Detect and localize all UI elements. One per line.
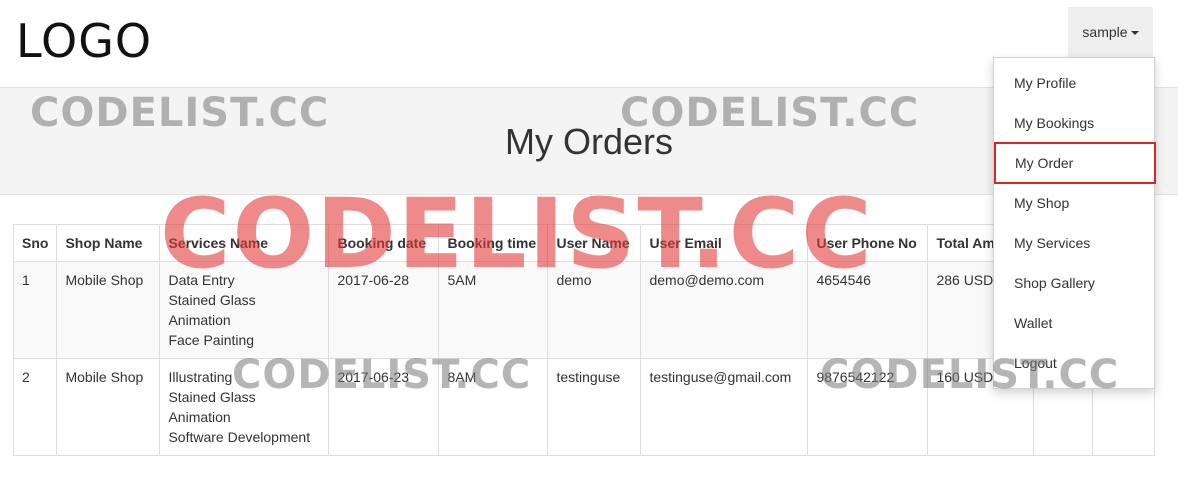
cell-shop-name: Mobile Shop <box>56 358 161 456</box>
column-header-shop-name: Shop Name <box>56 224 161 262</box>
cell-user-name: demo <box>547 261 642 359</box>
menu-item-logout[interactable]: Logout <box>994 343 1154 383</box>
service-item: Data Entry <box>168 272 235 288</box>
orders-table: Sno Shop Name Services Name Booking date… <box>12 224 1156 456</box>
service-item: Stained Glass <box>168 389 256 405</box>
column-header-user-name: User Name <box>547 224 642 262</box>
menu-item-my-services[interactable]: My Services <box>994 223 1154 263</box>
menu-item-my-shop[interactable]: My Shop <box>994 183 1154 223</box>
service-item: Animation <box>168 312 231 328</box>
cell-sno: 1 <box>12 261 58 359</box>
user-menu-toggle[interactable]: sample <box>1068 7 1153 58</box>
service-item: Stained Glass <box>168 292 256 308</box>
caret-down-icon <box>1130 31 1139 36</box>
cell-booking-time: 8AM <box>438 358 549 456</box>
menu-item-my-bookings[interactable]: My Bookings <box>994 103 1154 143</box>
column-header-booking-time: Booking time <box>438 224 549 262</box>
user-dropdown-menu: My Profile My Bookings My Order My Shop … <box>993 57 1156 389</box>
cell-booking-time: 5AM <box>438 261 549 359</box>
cell-user-name: testinguse <box>547 358 642 456</box>
table-row: 1 Mobile Shop Data Entry Stained Glass A… <box>12 261 1156 359</box>
table-row: 2 Mobile Shop Illustrating Stained Glass… <box>12 358 1156 456</box>
service-item: Animation <box>168 409 231 425</box>
column-header-booking-date: Booking date <box>328 224 440 262</box>
cell-user-email: demo@demo.com <box>640 261 809 359</box>
user-menu-label: sample <box>1082 24 1128 40</box>
site-logo[interactable]: LOGO <box>16 14 152 68</box>
menu-item-shop-gallery[interactable]: Shop Gallery <box>994 263 1154 303</box>
column-header-sno: Sno <box>12 224 58 262</box>
column-header-user-phone: User Phone No <box>807 224 929 262</box>
cell-shop-name: Mobile Shop <box>56 261 161 359</box>
menu-item-my-order[interactable]: My Order <box>994 142 1156 184</box>
cell-user-email: testinguse@gmail.com <box>640 358 809 456</box>
service-item: Software Development <box>168 429 311 445</box>
menu-item-my-profile[interactable]: My Profile <box>994 63 1154 103</box>
cell-booking-date: 2017-06-28 <box>328 261 440 359</box>
service-item: Face Painting <box>168 332 255 348</box>
cell-services: Illustrating Stained Glass Animation Sof… <box>159 358 330 456</box>
column-header-services-name: Services Name <box>159 224 330 262</box>
table-header-row: Sno Shop Name Services Name Booking date… <box>12 224 1156 262</box>
cell-user-phone: 4654546 <box>807 261 929 359</box>
menu-item-wallet[interactable]: Wallet <box>994 303 1154 343</box>
cell-services: Data Entry Stained Glass Animation Face … <box>159 261 330 359</box>
service-item: Illustrating <box>168 369 233 385</box>
cell-booking-date: 2017-06-23 <box>328 358 440 456</box>
cell-user-phone: 9876542122 <box>807 358 929 456</box>
cell-sno: 2 <box>12 358 58 456</box>
column-header-user-email: User Email <box>640 224 809 262</box>
